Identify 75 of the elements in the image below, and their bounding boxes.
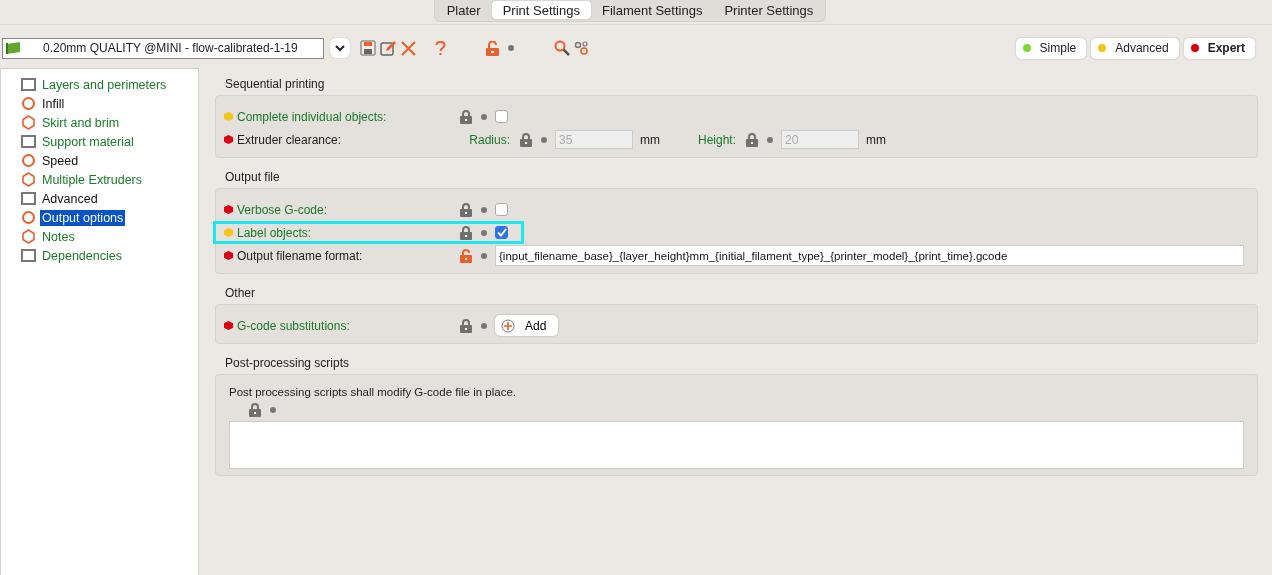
lock-icon[interactable] <box>460 202 472 217</box>
sidebar-item[interactable]: Speed <box>40 152 81 169</box>
gears-icon[interactable] <box>574 40 589 56</box>
dropdown-button[interactable] <box>330 38 350 58</box>
sidebar-item[interactable]: Output options <box>40 209 126 226</box>
tab[interactable]: Printer Settings <box>713 1 825 19</box>
dot-icon <box>481 322 487 329</box>
sidebar-item[interactable]: Support material <box>40 133 136 150</box>
category-icon <box>21 115 36 130</box>
lock-icon[interactable] <box>460 225 472 240</box>
option-label: Verbose G-code: <box>237 202 328 217</box>
edit-icon[interactable] <box>380 39 397 57</box>
section-title: Output file <box>224 169 281 186</box>
sidebar-item[interactable]: Layers and perimeters <box>40 76 169 93</box>
section-title: Sequential printing <box>224 76 326 93</box>
category-icon <box>21 96 36 111</box>
dot-icon <box>767 136 773 143</box>
dot-icon <box>541 136 547 143</box>
sidebar-item[interactable]: Notes <box>40 228 77 245</box>
unit-label: mm <box>866 132 886 147</box>
preset-dropdown[interactable]: 0.20mm QUALITY @MINI - flow-calibrated-1-19 <box>2 37 324 59</box>
category-icon <box>21 210 36 225</box>
sidebar-item[interactable]: Multiple Extruders <box>40 171 145 188</box>
search-icon[interactable] <box>554 40 570 56</box>
dot-icon <box>508 45 514 51</box>
flag-icon <box>6 42 22 54</box>
checkbox[interactable] <box>495 203 508 216</box>
option-label: Label objects: <box>237 225 312 240</box>
mode-button[interactable]: Expert <box>1183 37 1255 59</box>
dot-icon <box>481 206 487 213</box>
category-icon <box>21 77 36 92</box>
unlocked-lock-icon[interactable] <box>460 248 472 263</box>
tab[interactable]: Filament Settings <box>591 1 714 19</box>
unit-label: mm <box>640 132 660 147</box>
field-label: Radius: <box>468 132 510 147</box>
save-icon[interactable] <box>360 40 376 56</box>
section-title: Post-processing scripts <box>224 355 351 372</box>
close-icon[interactable] <box>401 40 416 56</box>
sidebar-item[interactable]: Dependencies <box>40 247 124 264</box>
filename-format-field[interactable]: {input_filename_base}_{layer_height}mm_{initial_filament_type}_{printer_model}_{print_time}.gcode <box>495 245 1244 266</box>
tab[interactable]: Plater <box>435 1 492 19</box>
note-text: Post processing scripts shall modify G-code file in place. <box>229 386 517 398</box>
section-title: Other <box>224 285 256 302</box>
option-label: G-code substitutions: <box>237 318 350 333</box>
dot-icon <box>481 113 487 120</box>
option-label: Output filename format: <box>237 248 363 263</box>
checkbox[interactable] <box>495 110 508 123</box>
lock-icon[interactable] <box>249 403 261 417</box>
unlocked-lock-icon[interactable] <box>486 40 499 56</box>
help-icon[interactable] <box>435 40 446 56</box>
checkbox[interactable] <box>495 226 508 239</box>
chevron-down-icon <box>335 44 345 52</box>
tab[interactable]: Print Settings <box>491 1 591 19</box>
lock-icon[interactable] <box>460 109 472 124</box>
sidebar-item[interactable]: Infill <box>40 95 67 112</box>
category-icon <box>21 134 36 149</box>
category-icon <box>21 153 36 168</box>
dot-icon <box>481 252 487 259</box>
mode-button[interactable]: Simple <box>1015 37 1087 59</box>
mode-button[interactable]: Advanced <box>1091 37 1179 59</box>
sidebar-item[interactable]: Advanced <box>40 190 100 207</box>
script-field[interactable] <box>229 421 1244 469</box>
option-label: Extruder clearance: <box>237 132 342 147</box>
dot-icon <box>481 229 487 236</box>
dot-icon <box>270 407 276 413</box>
category-icon <box>21 248 36 263</box>
field-label: Height: <box>696 132 736 147</box>
category-icon <box>21 191 36 206</box>
category-icon <box>21 172 36 187</box>
category-icon <box>21 229 36 244</box>
lock-icon[interactable] <box>460 318 472 333</box>
add-button[interactable]: Add <box>495 315 559 336</box>
plus-icon <box>501 318 515 333</box>
option-label: Complete individual objects: <box>237 109 387 124</box>
sidebar-item[interactable]: Skirt and brim <box>40 114 122 131</box>
